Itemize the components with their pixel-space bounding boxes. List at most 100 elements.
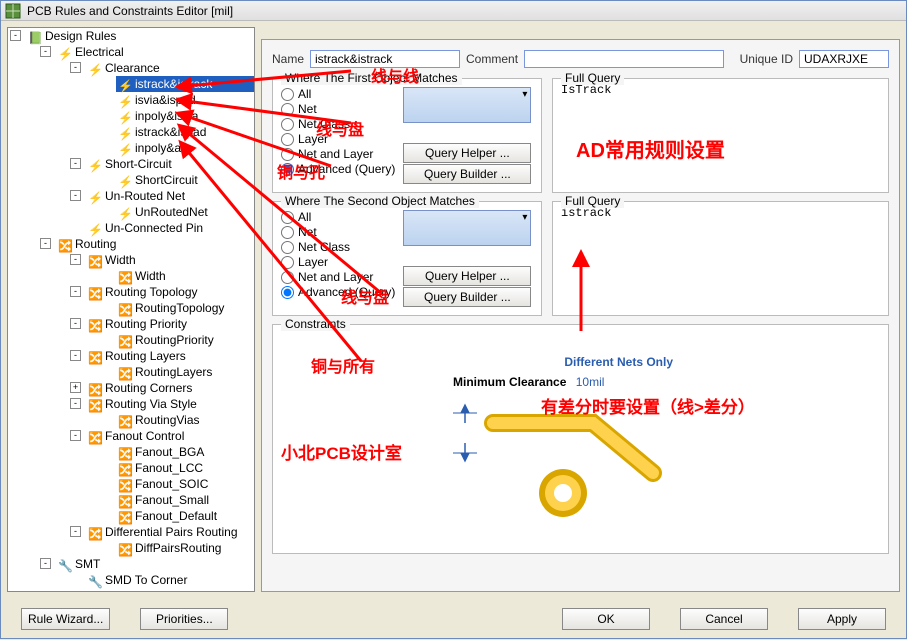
rlayers-icon: 🔀 [88,350,102,362]
g1-net[interactable] [281,103,294,116]
rules-icon: 📗 [28,30,42,42]
g1-layer[interactable] [281,133,294,146]
tree-toggle[interactable]: - [70,318,81,329]
g1-query-helper[interactable]: Query Helper ... [403,143,531,163]
g2-adv[interactable] [281,286,294,299]
tree-toggle[interactable]: - [40,238,51,249]
window-title: PCB Rules and Constraints Editor [mil] [27,4,233,18]
tree-width[interactable]: Width [105,252,136,268]
g2-net[interactable] [281,226,294,239]
uid-input[interactable] [799,50,889,68]
tree-item[interactable]: Fanout_SOIC [135,476,208,492]
rule-icon: ⚡ [118,94,132,106]
clearance-icon: ⚡ [88,62,102,74]
tree-item[interactable]: Fanout_LCC [135,460,203,476]
electrical-icon: ⚡ [58,46,72,58]
apply-button[interactable]: Apply [798,608,886,630]
tree-toggle[interactable]: - [70,526,81,537]
g1-adv[interactable] [281,163,294,176]
tree-item[interactable]: istrack&ispad [135,124,206,140]
name-label: Name [272,52,304,66]
tree-item[interactable]: Width [135,268,166,284]
tree-toggle[interactable]: - [70,62,81,73]
tree-item[interactable]: SMD To Corner [105,572,187,588]
unconn-icon: ⚡ [88,222,102,234]
rule-icon: 🔀 [118,302,132,314]
tree-item[interactable]: UnRoutedNet [135,204,208,220]
rule-wizard-button[interactable]: Rule Wizard... [21,608,110,630]
tree-toggle[interactable]: + [70,382,81,393]
tree-toggle[interactable]: - [70,398,81,409]
tree-smt[interactable]: SMT [75,556,100,572]
tree-item[interactable]: Fanout_Small [135,492,209,508]
g2-query-builder[interactable]: Query Builder ... [403,287,531,307]
g1-netlayer[interactable] [281,148,294,161]
rule-icon: ⚡ [118,142,132,154]
tree-toggle[interactable]: - [70,254,81,265]
tree-toggle[interactable]: - [40,558,51,569]
tree-routing[interactable]: Routing [75,236,116,252]
tree-rcorners[interactable]: Routing Corners [105,380,192,396]
rule-icon: 🔀 [118,494,132,506]
tree-rtopo[interactable]: Routing Topology [105,284,198,300]
tree-item[interactable]: isvia&ispad [135,92,196,108]
tree-item[interactable]: RoutingVias [135,412,200,428]
g2-all[interactable] [281,211,294,224]
g2-combo[interactable] [403,210,531,246]
g1-query-builder[interactable]: Query Builder ... [403,164,531,184]
app-icon [5,3,21,19]
cancel-button[interactable]: Cancel [680,608,768,630]
tree-diffpair[interactable]: Differential Pairs Routing [105,524,238,540]
tree-fanout[interactable]: Fanout Control [105,428,184,444]
g2-query-helper[interactable]: Query Helper ... [403,266,531,286]
tree-clearance[interactable]: Clearance [105,60,160,76]
rule-icon: 🔀 [118,510,132,522]
tree-rvia[interactable]: Routing Via Style [105,396,197,412]
uid-label: Unique ID [740,52,793,66]
tree-toggle[interactable]: - [10,30,21,41]
tree-item[interactable]: inpoly&all [135,140,186,156]
tree-rprio[interactable]: Routing Priority [105,316,187,332]
tree-toggle[interactable]: - [70,158,81,169]
routing-icon: 🔀 [58,238,72,250]
tree-item[interactable]: inpoly&isvia [135,108,198,124]
tree-item[interactable]: RoutingPriority [135,332,214,348]
group2-legend: Where The Second Object Matches [281,194,479,208]
name-input[interactable] [310,50,460,68]
comment-input[interactable] [524,50,724,68]
fq2-value[interactable]: istrack [561,206,880,220]
short-icon: ⚡ [88,158,102,170]
tree-short[interactable]: Short-Circuit [105,156,172,172]
constraints-legend: Constraints [281,317,350,331]
g1-combo[interactable] [403,87,531,123]
ok-button[interactable]: OK [562,608,650,630]
g2-netlayer[interactable] [281,271,294,284]
tree-toggle[interactable]: - [70,286,81,297]
g1-all[interactable] [281,88,294,101]
tree-electrical[interactable]: Electrical [75,44,124,60]
rprio-icon: 🔀 [88,318,102,330]
rule-icon: ⚡ [118,206,132,218]
tree-toggle[interactable]: - [70,430,81,441]
tree-item[interactable]: Fanout_Default [135,508,217,524]
rules-tree[interactable]: - 📗Design Rules - ⚡Electrical - ⚡Clearan… [7,27,255,592]
tree-unconn[interactable]: Un-Connected Pin [105,220,203,236]
tree-toggle[interactable]: - [70,350,81,361]
tree-rlayers[interactable]: Routing Layers [105,348,186,364]
tree-item[interactable]: RoutingLayers [135,364,212,380]
fq1-value[interactable]: IsTrack [561,83,880,97]
g1-netclass[interactable] [281,118,294,131]
tree-toggle[interactable]: - [40,46,51,57]
g2-layer[interactable] [281,256,294,269]
g2-netclass[interactable] [281,241,294,254]
priorities-button[interactable]: Priorities... [140,608,228,630]
tree-toggle[interactable]: - [70,190,81,201]
tree-root[interactable]: Design Rules [45,28,116,44]
tree-item[interactable]: ShortCircuit [135,172,198,188]
tree-item[interactable]: DiffPairsRouting [135,540,221,556]
tree-item[interactable]: istrack&istrack [135,76,212,92]
tree-unrouted[interactable]: Un-Routed Net [105,188,185,204]
tree-item[interactable]: Fanout_BGA [135,444,204,460]
tree-item[interactable]: RoutingTopology [135,300,224,316]
unrouted-icon: ⚡ [88,190,102,202]
